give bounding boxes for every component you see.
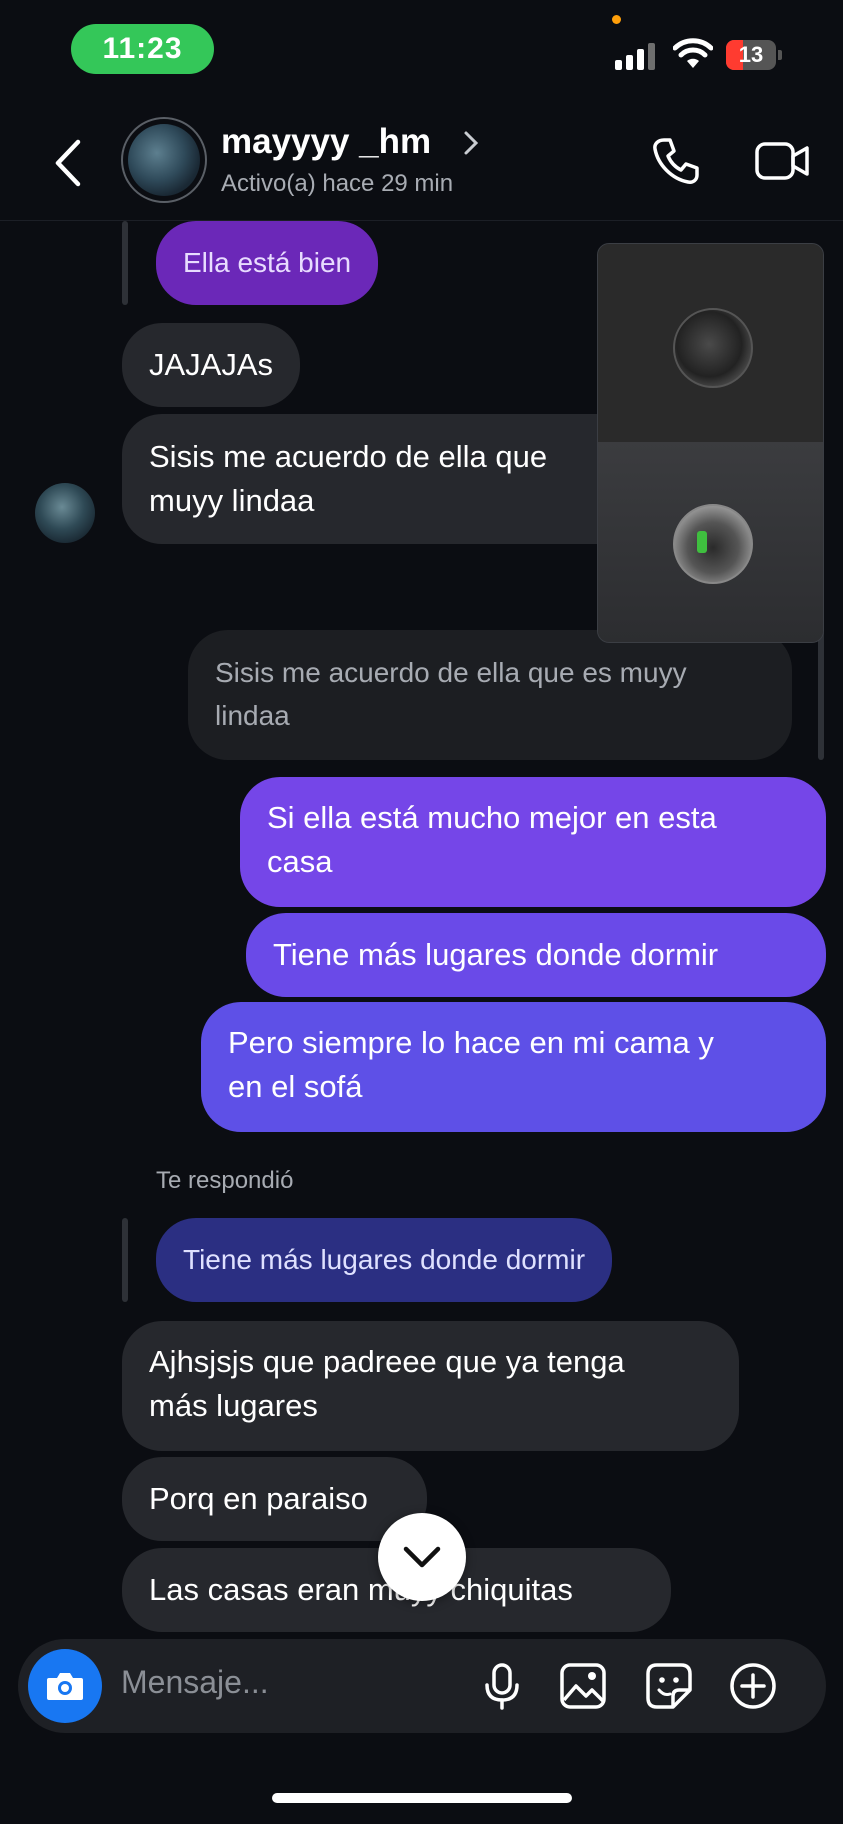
status-time: 11:23: [71, 24, 214, 74]
replied-label: Te respondió: [156, 1167, 294, 1194]
incoming-message[interactable]: Ajhsjsjs que padreee que ya tenga más lu…: [122, 1321, 739, 1451]
back-chevron-icon[interactable]: [50, 138, 84, 188]
outgoing-message[interactable]: Tiene más lugares donde dormir: [246, 913, 826, 997]
phone-icon[interactable]: [650, 135, 702, 187]
reply-indicator-bar: [122, 221, 128, 305]
microphone-icon[interactable]: [478, 1662, 526, 1710]
privacy-indicator-dot: [612, 15, 621, 24]
outgoing-message[interactable]: Pero siempre lo hace en mi cama y en el …: [201, 1002, 826, 1132]
scroll-to-bottom-button[interactable]: [378, 1513, 466, 1601]
pip-participant-tile: [598, 244, 823, 442]
battery-icon: 13: [726, 40, 784, 70]
contact-username[interactable]: mayyyy _hm: [221, 122, 431, 162]
participant-avatar: [673, 308, 753, 388]
quoted-reply-bubble[interactable]: Ella está bien: [156, 221, 379, 305]
incoming-message[interactable]: JAJAJAs: [122, 323, 301, 407]
gallery-icon[interactable]: [559, 1662, 607, 1710]
quoted-text-line: Sisis me acuerdo de ella que es muyy: [215, 657, 687, 688]
message-text: Las casas eran muyy chiquitas: [149, 1572, 573, 1607]
message-input[interactable]: Mensaje...: [121, 1664, 269, 1701]
status-bar: 11:23 13: [0, 0, 843, 100]
camera-icon: [47, 1673, 83, 1700]
contact-avatar[interactable]: [121, 117, 207, 203]
participant-avatar: [673, 504, 753, 584]
home-indicator[interactable]: [272, 1793, 572, 1803]
quoted-text-line: lindaa: [215, 700, 290, 731]
quoted-reply-text: Ella está bien: [183, 247, 352, 278]
message-text-line: Si ella está mucho mejor en esta: [267, 800, 717, 835]
video-camera-icon[interactable]: [754, 138, 810, 184]
quoted-reply-text: Tiene más lugares donde dormir: [183, 1244, 586, 1275]
wifi-icon: [673, 38, 713, 68]
reply-indicator-bar: [818, 630, 824, 760]
message-text-line: Pero siempre lo hace en mi cama y: [228, 1025, 714, 1060]
reply-indicator-bar: [122, 1218, 128, 1302]
chevron-right-icon[interactable]: [462, 130, 480, 156]
pip-participant-tile: [598, 442, 823, 642]
message-text-line: en el sofá: [228, 1069, 363, 1104]
plus-icon[interactable]: [729, 1662, 777, 1710]
battery-level: 13: [738, 42, 764, 67]
message-text: Porq en paraiso: [149, 1481, 368, 1516]
video-call-pip[interactable]: [597, 243, 824, 643]
message-composer: Mensaje...: [18, 1639, 826, 1733]
message-text-line: más lugares: [149, 1388, 318, 1423]
message-text: JAJAJAs: [149, 347, 274, 382]
sender-avatar[interactable]: [35, 483, 95, 543]
chat-header: mayyyy _hm Activo(a) hace 29 min: [0, 100, 843, 221]
message-text-line: casa: [267, 844, 333, 879]
quoted-message-bubble[interactable]: Sisis me acuerdo de ella que es muyy lin…: [188, 630, 792, 760]
sticker-icon[interactable]: [645, 1662, 693, 1710]
outgoing-message[interactable]: Si ella está mucho mejor en esta casa: [240, 777, 826, 907]
contact-activity-status: Activo(a) hace 29 min: [221, 170, 454, 197]
chevron-down-icon: [403, 1546, 441, 1568]
message-text: Tiene más lugares donde dormir: [273, 937, 719, 972]
message-text-line: Ajhsjsjs que padreee que ya tenga: [149, 1344, 625, 1379]
cellular-signal-icon: [615, 40, 660, 70]
incoming-message[interactable]: Porq en paraiso: [122, 1457, 427, 1541]
camera-button[interactable]: [28, 1649, 102, 1723]
quoted-reply-bubble[interactable]: Tiene más lugares donde dormir: [156, 1218, 613, 1302]
